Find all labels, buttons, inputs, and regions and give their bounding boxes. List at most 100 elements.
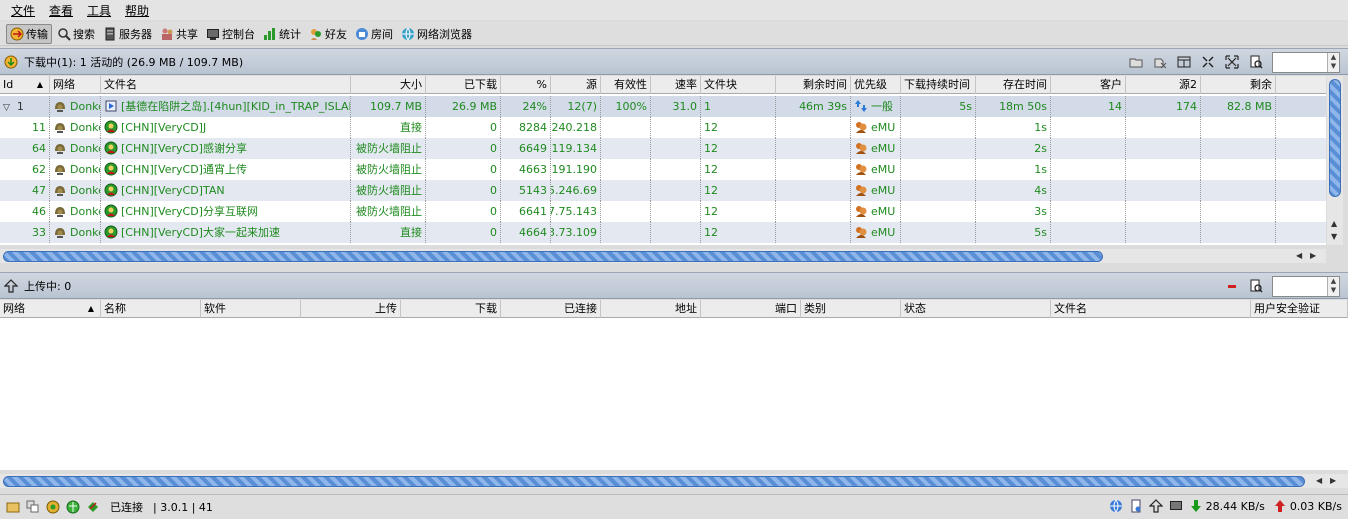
source-state: 被防火墙阻止 — [351, 138, 426, 159]
col-sources2[interactable]: 源2 — [1126, 76, 1201, 94]
source-rate — [651, 117, 701, 138]
col-remaining-time[interactable]: 剩余时间 — [776, 76, 851, 94]
up-col-upload[interactable]: 上传 — [301, 300, 401, 318]
uploads-filter-spinbox[interactable]: ▲ ▼ — [1272, 275, 1340, 297]
up-col-filename[interactable]: 文件名 — [1051, 300, 1251, 318]
up-col-connected[interactable]: 已连接 — [501, 300, 601, 318]
col-availability[interactable]: 有效性 — [601, 76, 651, 94]
menu-file[interactable]: 文件 — [4, 2, 42, 19]
filter-icon[interactable] — [1246, 52, 1266, 72]
source-row[interactable]: 64Donkey[CHN][VeryCD]感谢分享被防火墙阻止06649119.… — [0, 138, 1326, 159]
green-globe-icon[interactable] — [66, 500, 80, 514]
source-clients — [1051, 201, 1126, 222]
col-age[interactable]: 存在时间 — [976, 76, 1051, 94]
web-icon[interactable] — [1109, 499, 1123, 513]
menu-view[interactable]: 查看 — [42, 2, 80, 19]
tab-statistics[interactable]: 统计 — [260, 24, 304, 44]
uploads-hscroll-thumb[interactable] — [3, 476, 1305, 487]
up-col-download[interactable]: 下载 — [401, 300, 501, 318]
tab-transfer[interactable]: 传输 — [6, 23, 52, 44]
up-col-category[interactable]: 类别 — [801, 300, 901, 318]
col-clients[interactable]: 客户 — [1051, 76, 1126, 94]
up-scroll-right-icon[interactable]: ▶ — [1330, 476, 1336, 485]
spin-arrows-icon[interactable]: ▲ ▼ — [1327, 52, 1339, 72]
network-globe-icon[interactable] — [46, 500, 60, 514]
downloads-hscroll-thumb[interactable] — [3, 251, 1103, 262]
source-availability — [601, 159, 651, 180]
monitor-icon[interactable] — [1169, 499, 1183, 513]
source-downloaded: 0 — [426, 138, 501, 159]
source-chunks: 12 — [701, 180, 776, 201]
scroll-right-icon[interactable]: ▶ — [1310, 251, 1316, 260]
donkey-network-icon — [53, 183, 67, 197]
col-downloaded[interactable]: 已下载 — [426, 76, 501, 94]
upload-filter-icon[interactable] — [1246, 276, 1266, 296]
up-col-secure-ident[interactable]: 用户安全验证 — [1251, 300, 1348, 318]
up-col-state[interactable]: 状态 — [901, 300, 1051, 318]
source-clients — [1051, 222, 1126, 243]
tab-servers[interactable]: 服务器 — [100, 24, 155, 44]
cancel-file-icon[interactable] — [1150, 52, 1170, 72]
col-duration[interactable]: 下载持续时间 — [901, 76, 976, 94]
remove-icon[interactable] — [1222, 276, 1242, 296]
hide-icon[interactable] — [6, 500, 20, 514]
source-row[interactable]: 46Donkey[CHN][VeryCD]分享互联网被防火墙阻止066417.7… — [0, 201, 1326, 222]
tab-shared[interactable]: 共享 — [157, 24, 201, 44]
video-file-icon — [104, 99, 118, 113]
upload-spin-arrows-icon[interactable]: ▲ ▼ — [1327, 276, 1339, 296]
expand-icon[interactable] — [1222, 52, 1242, 72]
version-info: | 3.0.1 | 41 — [153, 500, 213, 514]
download-file-row[interactable]: ▽ 1 Donkey [基德在陷阱之岛].[4hun][KID_in_TRAP_… — [0, 96, 1326, 117]
shrink-icon[interactable] — [1198, 52, 1218, 72]
col-remaining[interactable]: 剩余 — [1201, 76, 1276, 94]
sort-asc-icon: ▲ — [36, 80, 43, 89]
upload-speed-icon — [1273, 499, 1287, 513]
donkey-network-icon — [53, 225, 67, 239]
split-view-icon[interactable] — [1174, 52, 1194, 72]
menu-help[interactable]: 帮助 — [118, 2, 156, 19]
col-id[interactable]: Id ▲ — [0, 76, 50, 94]
col-sources[interactable]: 源 — [551, 76, 601, 94]
doc-icon[interactable] — [1129, 499, 1143, 513]
upload-arrow-icon[interactable] — [1148, 499, 1163, 513]
col-network[interactable]: 网络 — [50, 76, 101, 94]
source-row[interactable]: 11Donkey[CHN][VeryCD]J直接08284240.218 12 eM… — [0, 117, 1326, 138]
up-col-port[interactable]: 端口 — [701, 300, 801, 318]
downloads-filter-spinbox[interactable]: ▲ ▼ — [1272, 51, 1340, 73]
menu-tools[interactable]: 工具 — [80, 2, 118, 19]
downloads-vscrollbar[interactable]: ▲ ▼ — [1327, 76, 1343, 245]
tab-console[interactable]: 控制台 — [203, 24, 258, 44]
source-row[interactable]: 62Donkey[CHN][VeryCD]通宵上传被防火墙阻止04663191.… — [0, 159, 1326, 180]
tab-rooms[interactable]: 房间 — [352, 24, 396, 44]
up-scroll-left-icon[interactable]: ◀ — [1316, 476, 1322, 485]
collapse-triangle-icon[interactable]: ▽ — [3, 103, 10, 113]
tab-web-browser[interactable]: 网络浏览器 — [398, 24, 475, 44]
source-row[interactable]: 47Donkey[CHN][VeryCD]TAN被防火墙阻止051435.246… — [0, 180, 1326, 201]
col-rate[interactable]: 速率 — [651, 76, 701, 94]
tab-friends[interactable]: 好友 — [306, 24, 350, 44]
col-chunks[interactable]: 文件块 — [701, 76, 776, 94]
scroll-up-icon[interactable]: ▲ — [1331, 219, 1337, 228]
up-col-software[interactable]: 软件 — [201, 300, 301, 318]
source-sources2 — [1126, 159, 1201, 180]
source-remaining — [776, 159, 851, 180]
source-row[interactable]: 33Donkey[CHN][VeryCD]大家一起来加速直接046643.73.… — [0, 222, 1326, 243]
col-size[interactable]: 大小 — [351, 76, 426, 94]
downloads-hscrollbar[interactable]: ◀ ▶ — [0, 249, 1326, 263]
uploads-hscrollbar[interactable]: ◀ ▶ — [0, 474, 1348, 488]
col-percent[interactable]: % — [501, 76, 551, 94]
scroll-down-icon[interactable]: ▼ — [1331, 232, 1337, 241]
up-col-address[interactable]: 地址 — [601, 300, 701, 318]
tab-search[interactable]: 搜索 — [54, 24, 98, 44]
expand-toggle[interactable]: ▽ 1 — [0, 96, 50, 117]
connect-icon[interactable] — [86, 500, 100, 514]
col-filename[interactable]: 文件名 — [101, 76, 351, 94]
col-priority[interactable]: 优先级 — [851, 76, 901, 94]
up-col-name[interactable]: 名称 — [101, 300, 201, 318]
folder-icon[interactable] — [1126, 52, 1146, 72]
scroll-left-icon[interactable]: ◀ — [1296, 251, 1302, 260]
up-col-network[interactable]: 网络 ▲ — [0, 300, 101, 318]
source-client: eMU — [851, 159, 901, 180]
windows-icon[interactable] — [26, 500, 40, 514]
downloads-vscroll-thumb[interactable] — [1329, 79, 1341, 197]
